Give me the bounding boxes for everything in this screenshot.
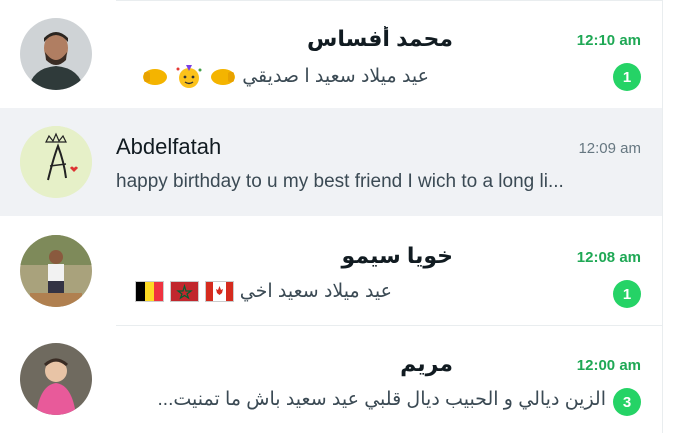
chat-row[interactable]: محمد أفساس 12:10 am عيد ميلاد سعيد ا صدي…: [0, 0, 663, 108]
row-divider: [116, 217, 663, 218]
avatar[interactable]: [20, 343, 92, 415]
chat-preview: happy birthday to u my best friend I wic…: [116, 171, 564, 192]
party-face-emoji: [174, 63, 204, 89]
chat-time: 12:08 am: [576, 249, 641, 266]
chat-time: 12:10 am: [576, 32, 641, 49]
row-divider: [116, 325, 663, 326]
canada-flag-icon: [204, 281, 234, 302]
row-divider: [116, 108, 663, 109]
chat-row-selected[interactable]: Abdelfatah 12:09 am happy birthday to u …: [0, 108, 663, 216]
preview-text: الزين ديالي و الحبيب ديال قلبي عيد سعيد …: [157, 389, 606, 410]
unread-badge: 3: [613, 388, 641, 416]
fist-bump-emoji: [208, 63, 238, 89]
preview-text: عيد ميلاد سعيد اخي: [239, 281, 392, 302]
chat-time: 12:00 am: [576, 357, 641, 374]
chat-preview: عيد ميلاد سعيد ا صديقي: [116, 63, 641, 91]
chat-name: خويا سيمو: [341, 243, 453, 268]
avatar[interactable]: [20, 18, 92, 90]
chat-time: 12:09 am: [578, 140, 641, 157]
chat-preview: عيد ميلاد سعيد اخي: [116, 280, 641, 308]
unread-badge: 1: [613, 280, 641, 308]
preview-text: عيد ميلاد سعيد ا صديقي: [242, 65, 429, 87]
chat-row[interactable]: مريم 12:00 am الزين ديالي و الحبيب ديال …: [0, 325, 663, 433]
chat-name: محمد أفساس: [307, 26, 453, 51]
chat-preview: الزين ديالي و الحبيب ديال قلبي عيد سعيد …: [116, 388, 641, 416]
avatar[interactable]: [20, 126, 92, 198]
chat-row[interactable]: خويا سيمو 12:08 am عيد ميلاد سعيد اخي 1: [0, 217, 663, 325]
unread-badge: 1: [613, 63, 641, 91]
chat-list: محمد أفساس 12:10 am عيد ميلاد سعيد ا صدي…: [0, 0, 663, 433]
fist-bump-emoji: [140, 63, 170, 89]
avatar[interactable]: [20, 235, 92, 307]
chat-name: مريم: [400, 351, 453, 376]
chat-name: Abdelfatah: [116, 134, 222, 159]
scrollbar[interactable]: [662, 0, 673, 433]
belgium-flag-icon: [134, 281, 164, 302]
morocco-flag-icon: [169, 281, 199, 302]
row-divider: [116, 0, 663, 1]
